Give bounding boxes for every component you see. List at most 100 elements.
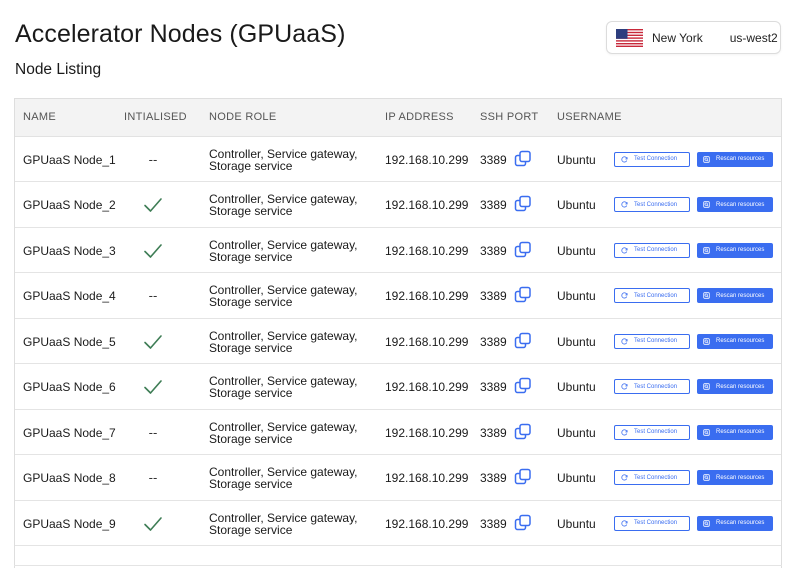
ssh-port: 3389 bbox=[480, 243, 507, 258]
rescan-resources-button[interactable]: Rescan resources bbox=[697, 470, 773, 485]
rescan-resources-label: Rescan resources bbox=[716, 292, 765, 299]
test-connection-label: Test Connection bbox=[634, 429, 678, 435]
refresh-icon bbox=[621, 201, 628, 208]
test-connection-button[interactable]: Test Connection bbox=[614, 333, 690, 349]
copy-icon[interactable] bbox=[514, 332, 532, 350]
node-role: Controller, Service gateway, Storage ser… bbox=[209, 148, 358, 172]
ip-address: 192.168.10.299 bbox=[385, 334, 469, 349]
copy-icon[interactable] bbox=[514, 468, 532, 486]
copy-icon[interactable] bbox=[514, 150, 532, 168]
refresh-icon bbox=[621, 155, 628, 163]
ssh-port: 3389 bbox=[480, 152, 507, 167]
test-connection-button[interactable]: Test Connection bbox=[614, 197, 690, 212]
column-header-ssh-port[interactable]: SSH PORT bbox=[480, 111, 538, 123]
node-name: GPUaaS Node_7 bbox=[23, 425, 116, 440]
test-connection-label: Test Connection bbox=[634, 383, 678, 390]
ssh-port: 3389 bbox=[480, 334, 507, 349]
node-role: Controller, Service gateway, Storage ser… bbox=[209, 330, 358, 354]
test-connection-button[interactable]: Test Connection bbox=[614, 470, 690, 485]
node-role-line1: Controller, Service gateway, bbox=[209, 146, 358, 161]
scan-icon bbox=[703, 383, 710, 390]
node-name: GPUaaS Node_8 bbox=[23, 471, 116, 485]
node-role: Controller, Service gateway, Storage ser… bbox=[209, 193, 358, 217]
table-row[interactable]: GPUaaS Node_9 Controller, Service gatewa… bbox=[15, 501, 781, 546]
column-header-ip-address[interactable]: IP ADDRESS bbox=[385, 111, 454, 123]
table-row[interactable]: GPUaaS Node_3 Controller, Service gatewa… bbox=[15, 228, 781, 273]
column-header-username[interactable]: USERNAME bbox=[557, 111, 622, 123]
node-name: GPUaaS Node_3 bbox=[23, 243, 116, 258]
test-connection-button[interactable]: Test Connection bbox=[614, 379, 690, 394]
username: Ubuntu bbox=[557, 334, 596, 349]
username: Ubuntu bbox=[557, 380, 596, 394]
scan-icon bbox=[703, 337, 710, 345]
copy-icon[interactable] bbox=[514, 286, 532, 304]
test-connection-button[interactable]: Test Connection bbox=[614, 515, 690, 531]
checkmark-icon bbox=[143, 516, 163, 535]
rescan-resources-button[interactable]: Rescan resources bbox=[697, 288, 773, 303]
table-row[interactable]: GPUaaS Node_8 -- Controller, Service gat… bbox=[15, 455, 781, 501]
copy-icon[interactable] bbox=[514, 514, 532, 532]
rescan-resources-button[interactable]: Rescan resources bbox=[697, 242, 773, 258]
rescan-resources-button[interactable]: Rescan resources bbox=[697, 151, 773, 167]
ip-address: 192.168.10.299 bbox=[385, 198, 469, 212]
test-connection-button[interactable]: Test Connection bbox=[614, 151, 690, 167]
username: Ubuntu bbox=[557, 425, 596, 440]
node-role-line1: Controller, Service gateway, bbox=[209, 237, 358, 252]
node-role-line2: Storage service bbox=[209, 340, 293, 355]
scan-icon bbox=[703, 519, 710, 527]
node-role-line2: Storage service bbox=[209, 295, 293, 309]
table-row[interactable]: GPUaaS Node_1 -- Controller, Service gat… bbox=[15, 137, 781, 182]
checkmark-icon bbox=[143, 379, 163, 398]
ssh-port: 3389 bbox=[480, 516, 507, 531]
region-code: us-west2 bbox=[729, 30, 778, 45]
not-initialised-dash: -- bbox=[148, 151, 158, 167]
column-header-name[interactable]: NAME bbox=[23, 111, 56, 123]
test-connection-label: Test Connection bbox=[634, 201, 678, 208]
column-header-initialised[interactable]: INTIALISED bbox=[124, 111, 187, 123]
refresh-icon bbox=[621, 292, 628, 299]
refresh-icon bbox=[621, 519, 628, 527]
node-role-line2: Storage service bbox=[209, 249, 293, 264]
rescan-resources-label: Rescan resources bbox=[716, 474, 765, 481]
refresh-icon bbox=[621, 474, 628, 481]
node-role: Controller, Service gateway, Storage ser… bbox=[209, 466, 358, 490]
scan-icon bbox=[703, 155, 710, 163]
table-row[interactable]: GPUaaS Node_4 -- Controller, Service gat… bbox=[15, 273, 781, 319]
rescan-resources-label: Rescan resources bbox=[716, 247, 765, 253]
test-connection-button[interactable]: Test Connection bbox=[614, 288, 690, 303]
not-initialised-dash: -- bbox=[148, 288, 158, 303]
scan-icon bbox=[703, 292, 710, 299]
node-role-line1: Controller, Service gateway, bbox=[209, 419, 358, 434]
copy-icon[interactable] bbox=[514, 377, 532, 395]
rescan-resources-button[interactable]: Rescan resources bbox=[697, 197, 773, 212]
username: Ubuntu bbox=[557, 289, 596, 303]
node-name: GPUaaS Node_9 bbox=[23, 516, 116, 531]
node-role: Controller, Service gateway, Storage ser… bbox=[209, 512, 358, 536]
copy-icon[interactable] bbox=[514, 241, 532, 259]
refresh-icon bbox=[621, 428, 628, 436]
table-row[interactable]: GPUaaS Node_5 Controller, Service gatewa… bbox=[15, 319, 781, 364]
rescan-resources-button[interactable]: Rescan resources bbox=[697, 515, 773, 531]
copy-icon[interactable] bbox=[514, 195, 532, 213]
column-header-node-role[interactable]: NODE ROLE bbox=[209, 111, 277, 123]
rescan-resources-button[interactable]: Rescan resources bbox=[697, 379, 773, 394]
table-row[interactable]: GPUaaS Node_6 Controller, Service gatewa… bbox=[15, 364, 781, 410]
test-connection-button[interactable]: Test Connection bbox=[614, 424, 690, 440]
ssh-port: 3389 bbox=[480, 289, 507, 303]
rescan-resources-button[interactable]: Rescan resources bbox=[697, 333, 773, 349]
username: Ubuntu bbox=[557, 243, 596, 258]
refresh-icon bbox=[621, 383, 628, 390]
rescan-resources-button[interactable]: Rescan resources bbox=[697, 424, 773, 440]
rescan-resources-label: Rescan resources bbox=[716, 383, 765, 390]
table-row[interactable]: GPUaaS Node_2 Controller, Service gatewa… bbox=[15, 182, 781, 228]
test-connection-button[interactable]: Test Connection bbox=[614, 242, 690, 258]
table-row[interactable]: GPUaaS Node_7 -- Controller, Service gat… bbox=[15, 410, 781, 455]
copy-icon[interactable] bbox=[514, 423, 532, 441]
checkmark-icon bbox=[143, 243, 163, 262]
rescan-resources-label: Rescan resources bbox=[716, 338, 765, 344]
scan-icon bbox=[703, 201, 710, 208]
table-header: NAME INTIALISED NODE ROLE IP ADDRESS SSH… bbox=[15, 99, 781, 137]
region-selector[interactable]: New York us-west2 bbox=[606, 21, 781, 54]
ip-address: 192.168.10.299 bbox=[385, 516, 469, 531]
node-role-line1: Controller, Service gateway, bbox=[209, 328, 358, 343]
